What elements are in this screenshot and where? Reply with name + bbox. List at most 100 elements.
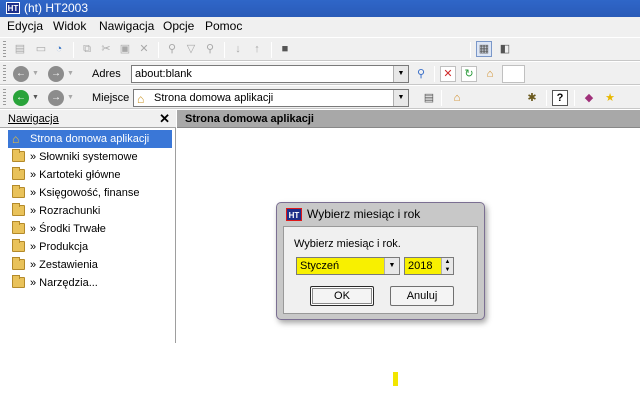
folder-icon <box>12 203 25 216</box>
toolbar-separator <box>224 42 225 58</box>
menu-pomoc[interactable]: Pomoc <box>205 19 242 33</box>
location-toolbar: ← ▼ → ▼ Miejsce ⌂ Strona domowa aplikacji… <box>0 85 640 109</box>
tree-item-label: » Rozrachunki <box>30 205 101 217</box>
paste-icon[interactable]: ▣ <box>117 41 133 57</box>
tree-item-srodki-trwale[interactable]: » Środki Trwałe <box>0 220 176 238</box>
navigation-tree: ⌂ Strona domowa aplikacji » Słowniki sys… <box>0 130 176 292</box>
tree-item-home[interactable]: ⌂ Strona domowa aplikacji <box>8 130 172 148</box>
toolbar-separator <box>271 42 272 58</box>
tree-item-ksiegowosc[interactable]: » Księgowość, finanse <box>0 184 176 202</box>
refresh-view-icon[interactable]: ■ <box>277 41 293 57</box>
tree-item-produkcja[interactable]: » Produkcja <box>0 238 176 256</box>
go-search-icon[interactable]: ⚲ <box>413 66 429 82</box>
location-input[interactable]: ⌂ Strona domowa aplikacji ▼ <box>133 89 409 107</box>
folder-icon <box>12 257 25 270</box>
filter-icon[interactable]: ▽ <box>183 41 199 57</box>
main-pane-title: Strona domowa aplikacji <box>185 113 314 125</box>
tree-item-label: » Księgowość, finanse <box>30 187 140 199</box>
toolbar-separator <box>441 90 442 106</box>
back-green-icon[interactable]: ← <box>13 90 29 106</box>
cut-icon[interactable]: ✂ <box>98 41 114 57</box>
menu-bar: Edycja Widok Nawigacja Opcje Pomoc <box>0 17 640 37</box>
location-dropdown-icon[interactable]: ▼ <box>393 90 408 106</box>
folder-icon <box>12 185 25 198</box>
dialog-app-icon: HT <box>286 208 302 221</box>
toolbar-separator <box>574 90 575 106</box>
favorites-star-icon[interactable]: ★ <box>602 90 618 106</box>
toolbar-grip[interactable] <box>3 65 6 83</box>
book-icon[interactable]: ◆ <box>581 90 597 106</box>
menu-edycja[interactable]: Edycja <box>7 19 43 33</box>
location-value: Strona domowa aplikacji <box>154 92 274 104</box>
toolbar-grip[interactable] <box>3 41 6 59</box>
find-next-icon[interactable]: ⚲ <box>202 41 218 57</box>
tree-item-narzedzia[interactable]: » Narzędzia... <box>0 274 176 292</box>
title-bar: HT (ht) HT2003 <box>0 0 640 17</box>
select-month-year-dialog: HT Wybierz miesiąc i rok Wybierz miesiąc… <box>276 202 485 320</box>
spin-down-icon[interactable]: ▼ <box>442 266 453 274</box>
forward-gray-dropdown-icon[interactable]: ▼ <box>66 90 75 106</box>
tree-item-zestawienia[interactable]: » Zestawienia <box>0 256 176 274</box>
tree-item-slowniki[interactable]: » Słowniki systemowe <box>0 148 176 166</box>
month-dropdown-icon[interactable]: ▼ <box>384 258 399 274</box>
delete-icon[interactable]: ✕ <box>136 41 152 57</box>
year-spinner[interactable]: 2018 ▲ ▼ <box>404 257 454 275</box>
plugin-icon[interactable]: ✱ <box>524 90 540 106</box>
close-pane-icon[interactable]: ✕ <box>159 111 170 127</box>
year-spin-buttons[interactable]: ▲ ▼ <box>441 258 453 274</box>
tree-item-label: » Zestawienia <box>30 259 98 271</box>
back-icon[interactable]: ← <box>13 66 29 82</box>
menu-opcje[interactable]: Opcje <box>163 19 194 33</box>
ok-button[interactable]: OK <box>310 286 374 306</box>
forward-icon[interactable]: → <box>48 66 64 82</box>
sort-descending-icon[interactable]: ↑ <box>249 41 265 57</box>
home-folder-icon: ⌂ <box>12 132 20 146</box>
address-value: about:blank <box>135 68 192 80</box>
app-icon: HT <box>6 2 20 14</box>
month-select[interactable]: Styczeń ▼ <box>296 257 400 275</box>
menu-nawigacja[interactable]: Nawigacja <box>99 19 154 33</box>
sort-ascending-icon[interactable]: ↓ <box>230 41 246 57</box>
stop-icon[interactable]: ✕ <box>440 66 456 82</box>
split-view-icon[interactable]: ◧ <box>497 41 513 57</box>
document-list-icon[interactable]: ▤ <box>421 90 437 106</box>
home-page-icon[interactable]: ⌂ <box>449 90 465 106</box>
toolbar-separator <box>470 42 471 58</box>
home-icon[interactable]: ⌂ <box>482 66 498 82</box>
reload-icon[interactable]: ↻ <box>461 66 477 82</box>
year-value: 2018 <box>408 260 433 272</box>
tree-item-kartoteki[interactable]: » Kartoteki główne <box>0 166 176 184</box>
address-input[interactable]: about:blank ▼ <box>131 65 409 83</box>
standard-toolbar: ▤ ▭ ◔ ⧉ ✂ ▣ ✕ ⚲ ▽ ⚲ ↓ ↑ ■ ▦ ◧ <box>0 37 640 61</box>
back-green-dropdown-icon[interactable]: ▼ <box>31 90 40 106</box>
cancel-button[interactable]: Anuluj <box>390 286 454 306</box>
find-icon[interactable]: ⚲ <box>164 41 180 57</box>
tree-item-rozrachunki[interactable]: » Rozrachunki <box>0 202 176 220</box>
highlight-marker <box>393 372 398 386</box>
spin-up-icon[interactable]: ▲ <box>442 258 453 266</box>
forward-dropdown-icon[interactable]: ▼ <box>66 66 75 82</box>
address-dropdown-icon[interactable]: ▼ <box>393 66 408 82</box>
home-small-icon: ⌂ <box>137 92 145 106</box>
back-dropdown-icon[interactable]: ▼ <box>31 66 40 82</box>
extra-field[interactable] <box>502 65 525 83</box>
open-icon[interactable]: ◔ <box>51 41 67 57</box>
toolbar-separator <box>546 90 547 106</box>
navigation-panel-toggle-icon[interactable]: ▦ <box>476 41 492 57</box>
address-toolbar: ← ▼ → ▼ Adres about:blank ▼ ⚲ ✕ ↻ ⌂ <box>0 61 640 85</box>
tree-item-label: » Narzędzia... <box>30 277 98 289</box>
dialog-title-bar[interactable]: HT Wybierz miesiąc i rok <box>277 203 484 225</box>
new-document-icon[interactable]: ▭ <box>33 41 49 57</box>
help-icon[interactable]: ? <box>552 90 568 106</box>
tree-item-label: » Słowniki systemowe <box>30 151 138 163</box>
dialog-prompt: Wybierz miesiąc i rok. <box>294 238 401 250</box>
copy-icon[interactable]: ⧉ <box>79 41 95 57</box>
toolbar-grip[interactable] <box>3 89 6 107</box>
forward-gray-icon[interactable]: → <box>48 90 64 106</box>
menu-widok[interactable]: Widok <box>53 19 86 33</box>
address-label: Adres <box>92 68 121 80</box>
folder-icon <box>12 221 25 234</box>
properties-icon[interactable]: ▤ <box>12 41 28 57</box>
folder-icon <box>12 149 25 162</box>
navigation-pane: Nawigacja ✕ ⌂ Strona domowa aplikacji » … <box>0 110 176 343</box>
